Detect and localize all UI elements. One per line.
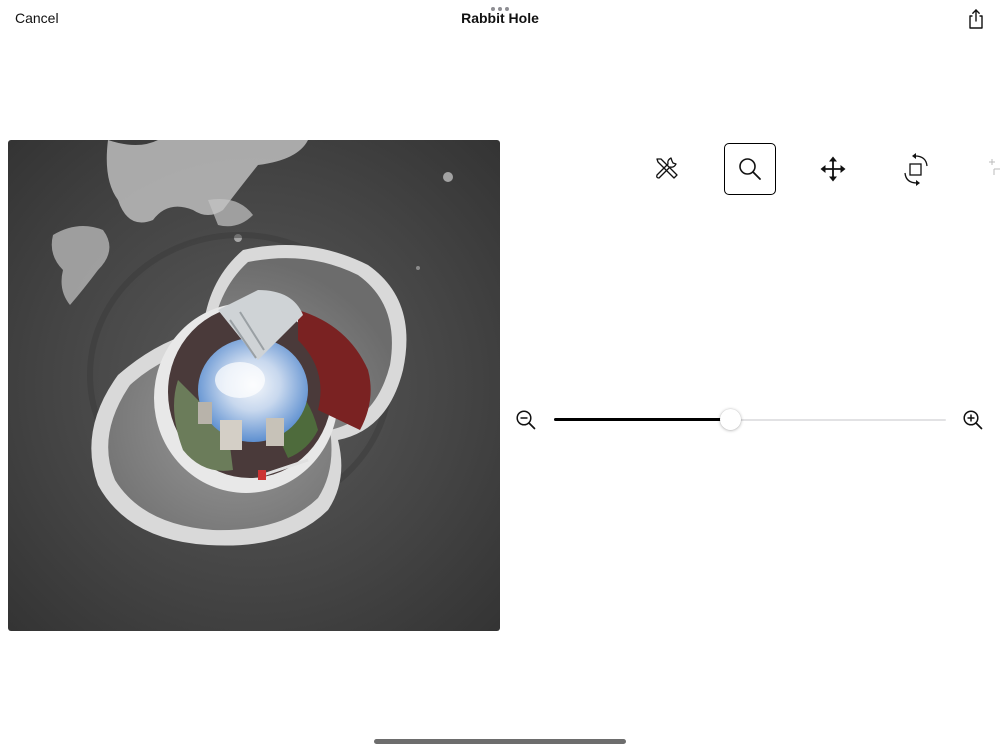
additional-tool-button[interactable] [986, 155, 1000, 183]
zoom-tool-button[interactable] [724, 143, 776, 195]
slider-thumb[interactable] [720, 409, 741, 430]
page-title: Rabbit Hole [461, 10, 539, 26]
magnifier-icon [739, 158, 761, 180]
zoom-in-button[interactable] [962, 409, 984, 431]
zoom-out-icon [516, 410, 536, 430]
rotate-icon [904, 153, 928, 186]
rotate-tool-button[interactable] [890, 143, 942, 195]
move-tool-button[interactable] [807, 143, 859, 195]
tools-icon [656, 157, 678, 179]
zoom-out-button[interactable] [515, 409, 537, 431]
additional-tool-icon [989, 159, 1000, 175]
tools-tool-button[interactable] [640, 143, 692, 195]
share-button[interactable] [965, 7, 987, 31]
zoom-in-icon [963, 410, 983, 430]
home-indicator[interactable] [374, 739, 626, 744]
tiny-planet-photo[interactable] [8, 140, 500, 631]
zoom-slider[interactable] [554, 405, 946, 435]
share-icon [969, 9, 983, 29]
move-arrows-icon [820, 156, 846, 182]
toolbar [640, 143, 1000, 195]
slider-fill [554, 418, 730, 421]
